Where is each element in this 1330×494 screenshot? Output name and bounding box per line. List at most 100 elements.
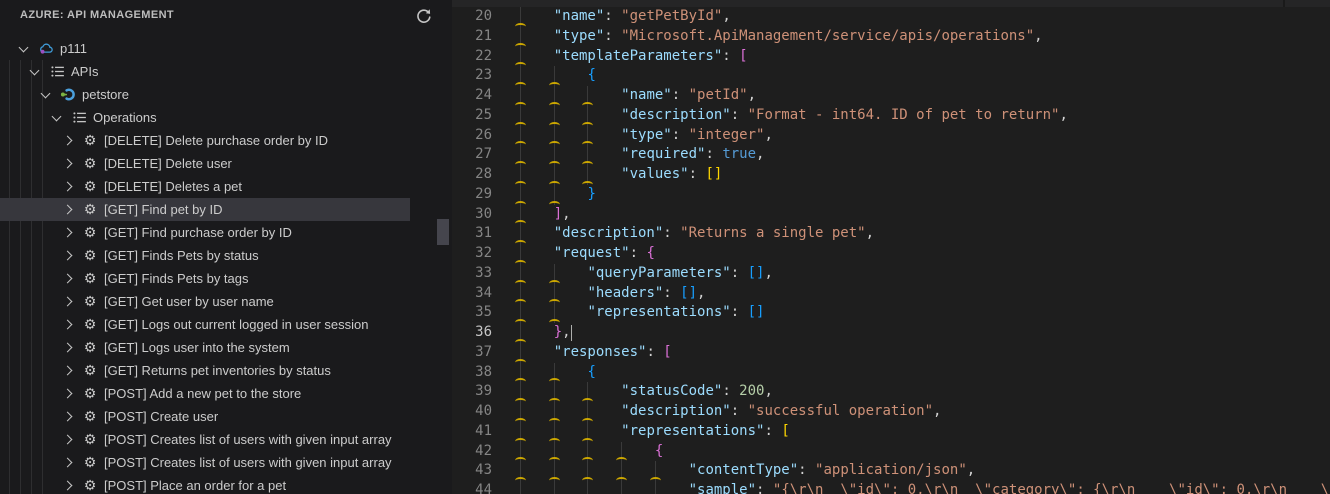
code-line[interactable]: 20 "name": "getPetById", [452,7,1330,27]
tree-item[interactable]: ⚙ [GET] Get user by user name [0,290,410,313]
code-line-content[interactable]: ], [512,204,1330,225]
code-line-content[interactable]: "responses": [ [512,342,1330,363]
code-line[interactable]: 35 "representations": [] [452,303,1330,323]
code-line[interactable]: 40 "description": "successful operation", [452,402,1330,422]
code-line[interactable]: 33 "queryParameters": [], [452,263,1330,284]
code-line[interactable]: 42 { [452,441,1330,462]
code-line[interactable]: 21 "type": "Microsoft.ApiManagement/servi… [452,26,1330,47]
tree-item[interactable]: APIs [0,60,410,83]
chevron-right-icon[interactable] [62,388,73,399]
code-line[interactable]: 36}, [452,323,1330,343]
chevron-right-icon[interactable] [62,250,73,261]
code-line-content[interactable]: "representations": [ [512,421,1330,442]
chevron-right-icon[interactable] [62,204,73,215]
tree-item[interactable]: ⚙ [POST] Add a new pet to the store [0,382,410,405]
code-line[interactable]: 41 "representations": [ [452,421,1330,442]
chevron-right-icon[interactable] [62,411,73,422]
chevron-right-icon[interactable] [62,273,73,284]
chevron-right-icon[interactable] [62,135,73,146]
code-line-content[interactable]: "request": { [512,244,1330,264]
refresh-button[interactable] [412,5,434,27]
chevron-right-icon[interactable] [62,342,73,353]
chevron-down-icon[interactable] [40,88,51,99]
code-line-content[interactable]: }, [512,323,1330,343]
code-line-content[interactable]: "description": "Format - int64. ID of pe… [512,105,1330,126]
tree-item[interactable]: ⚙ [GET] Find purchase order by ID [0,221,410,244]
token-key: "values" [621,166,689,182]
chevron-right-icon[interactable] [62,181,73,192]
token-punc: , [756,146,765,163]
tree-item[interactable]: ⚙ [DELETE] Deletes a pet [0,175,410,198]
code-line[interactable]: 30], [452,204,1330,225]
chevron-down-icon[interactable] [51,111,62,122]
code-line[interactable]: 43 "contentType": "application/json", [452,461,1330,481]
code-line-content[interactable]: "description": "successful operation", [512,402,1330,422]
tree-item[interactable]: Operations [0,106,410,129]
code-line-content[interactable]: "headers": [], [512,283,1330,304]
chevron-right-icon[interactable] [62,480,73,491]
code-line-content[interactable]: "contentType": "application/json", [512,461,1330,481]
code-line[interactable]: 23 { [452,66,1330,86]
code-line[interactable]: 25 "description": "Format - int64. ID of … [452,105,1330,126]
chevron-right-icon[interactable] [62,296,73,307]
chevron-right-icon[interactable] [62,158,73,169]
token-punc: : [722,383,740,400]
code-line[interactable]: 38 { [452,362,1330,383]
tree-item[interactable]: ⚙ [GET] Logs user into the system [0,336,410,359]
code-line-content[interactable]: "description": "Returns a single pet", [512,224,1330,244]
code-line-content[interactable]: } [512,184,1330,205]
chevron-right-icon[interactable] [62,457,73,468]
code-line-content[interactable]: { [512,362,1330,383]
tree-item[interactable]: ⚙ [GET] Find pet by ID [0,198,410,221]
code-line[interactable]: 27 "required": true, [452,145,1330,165]
chevron-right-icon[interactable] [62,319,73,330]
sidebar-scrollbar-thumb[interactable] [437,219,449,245]
code-line-content[interactable]: { [512,441,1330,462]
tree-item[interactable]: ⚙ [POST] Creates list of users with given… [0,451,410,474]
tree-item[interactable]: ⚙ [GET] Returns pet inventories by status [0,359,410,382]
code-tokens: "description": "Returns a single pet", [554,224,874,244]
tree-item[interactable]: ⚙ [POST] Create user [0,405,410,428]
tree-item[interactable]: p111 [0,37,410,60]
code-line[interactable]: 37 "responses": [ [452,342,1330,363]
code-line-content[interactable]: "queryParameters": [], [512,263,1330,284]
code-line[interactable]: 22 "templateParameters": [ [452,46,1330,67]
tree-item[interactable]: ⚙ [GET] Finds Pets by tags [0,267,410,290]
code-line-content[interactable]: "representations": [] [512,303,1330,323]
chevron-right-icon[interactable] [62,434,73,445]
code-line[interactable]: 39 "statusCode": 200, [452,382,1330,402]
tree-item[interactable]: ⚙ [DELETE] Delete purchase order by ID [0,129,410,152]
chevron-down-icon[interactable] [18,42,29,53]
code-line[interactable]: 32 "request": { [452,244,1330,264]
code-line-content[interactable]: "values": [] [512,165,1330,185]
code-line[interactable]: 34 "headers": [], [452,283,1330,304]
code-tokens: "statusCode": 200, [621,382,773,402]
tree-item[interactable]: ⚙ [POST] Place an order for a pet [0,474,410,494]
code-line[interactable]: 28 "values": [] [452,165,1330,185]
code-line-content[interactable]: "name": "getPetById", [512,7,1330,27]
chevron-right-icon[interactable] [62,365,73,376]
tree-item[interactable]: ⚙ [GET] Finds Pets by status [0,244,410,267]
tree-item[interactable]: ⚙ [GET] Logs out current logged in user s… [0,313,410,336]
tree-item[interactable]: petstore [0,83,410,106]
tree-item[interactable]: ⚙ [POST] Creates list of users with given… [0,428,410,451]
line-number: 33 [475,264,492,281]
code-line-content[interactable]: "type": "integer", [512,125,1330,146]
code-line-content[interactable]: "name": "petId", [512,86,1330,106]
code-line-content[interactable]: "required": true, [512,145,1330,165]
code-line-content[interactable]: "statusCode": 200, [512,382,1330,402]
code-line[interactable]: 29} [452,184,1330,205]
code-line-content[interactable]: "sample": "{\r\n \"id\": 0,\r\n \"catego… [512,481,1330,494]
chevron-down-icon[interactable] [29,65,40,76]
code-line-content[interactable]: "templateParameters": [ [512,46,1330,67]
code-line-content[interactable]: "type": "Microsoft.ApiManagement/service… [512,26,1330,47]
tree-item[interactable]: ⚙ [DELETE] Delete user [0,152,410,175]
code-line[interactable]: 31 "description": "Returns a single pet", [452,224,1330,244]
code-line[interactable]: 44 "sample": "{\r\n \"id\": 0,\r\n \"cate… [452,481,1330,494]
code-area[interactable]: 20 "name": "getPetById", 21 "type": "Micros… [452,7,1330,494]
code-line[interactable]: 26 "type": "integer", [452,125,1330,146]
code-line-content[interactable]: { [512,66,1330,86]
chevron-right-icon[interactable] [62,227,73,238]
token-punc: : [629,245,647,261]
code-line[interactable]: 24 "name": "petId", [452,86,1330,106]
